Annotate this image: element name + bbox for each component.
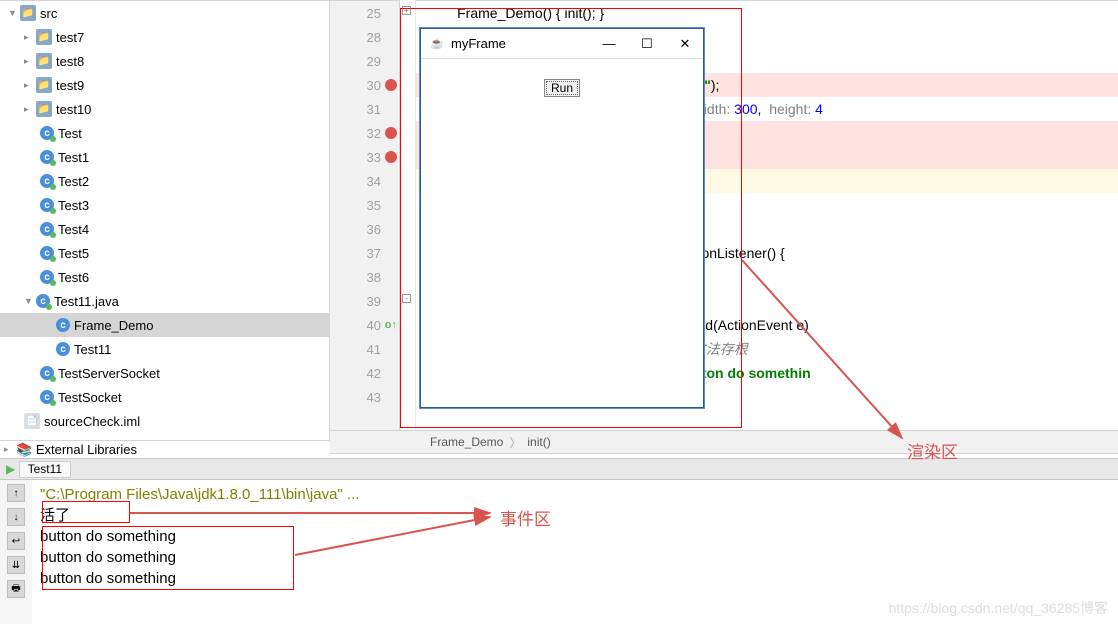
watermark: https://blog.csdn.net/qq_36285博客 xyxy=(889,598,1108,618)
close-button[interactable]: ✕ xyxy=(675,36,695,52)
tree-folder[interactable]: ▸📁test8 xyxy=(0,49,329,73)
breakpoint-icon[interactable] xyxy=(385,127,397,139)
tree-label: TestServerSocket xyxy=(58,366,160,381)
tree-class[interactable]: cTest4 xyxy=(0,217,329,241)
editor-gutter[interactable]: 25 28 29 30 31 32 33 34 35 36 37 38 39 4… xyxy=(330,0,400,430)
fold-toggle-icon[interactable]: + xyxy=(402,6,411,15)
tree-label: test10 xyxy=(56,102,91,117)
console-line: 活了 xyxy=(40,507,70,524)
tree-label: Test11 xyxy=(74,342,111,357)
down-icon[interactable]: ↓ xyxy=(7,508,25,526)
up-icon[interactable]: ↑ xyxy=(7,484,25,502)
code-text: Frame_Demo() { init(); } xyxy=(457,5,604,21)
tree-folder[interactable]: ▸📁test10 xyxy=(0,97,329,121)
line-number: 34 xyxy=(367,174,381,189)
line-number: 29 xyxy=(367,54,381,69)
line-number: 30 xyxy=(367,78,381,93)
tree-label: Test5 xyxy=(58,246,89,261)
scroll-icon[interactable]: ⇊ xyxy=(7,556,25,574)
tree-class[interactable]: cTest1 xyxy=(0,145,329,169)
breadcrumb-item[interactable]: Frame_Demo xyxy=(430,435,503,449)
tree-class[interactable]: cTest2 xyxy=(0,169,329,193)
tree-label: test8 xyxy=(56,54,84,69)
tree-label: test9 xyxy=(56,78,84,93)
tree-folder[interactable]: ▸📁test7 xyxy=(0,25,329,49)
line-number: 31 xyxy=(367,102,381,117)
tree-label: External Libraries xyxy=(36,442,137,457)
line-number: 35 xyxy=(367,198,381,213)
run-button[interactable]: Run xyxy=(544,79,580,97)
tree-iml[interactable]: 📄sourceCheck.iml xyxy=(0,409,329,433)
java-frame-window[interactable]: ☕ myFrame — ☐ ✕ Run xyxy=(420,28,704,408)
tree-label: test7 xyxy=(56,30,84,45)
fold-toggle-icon[interactable]: - xyxy=(402,294,411,303)
tree-label: TestSocket xyxy=(58,390,122,405)
tree-label: Test1 xyxy=(58,150,89,165)
tree-label: Test11.java xyxy=(54,294,119,309)
line-number: 43 xyxy=(367,390,381,405)
tree-label: Test6 xyxy=(58,270,89,285)
tree-inner-class[interactable]: cTest11 xyxy=(0,337,329,361)
console-line: button do something xyxy=(40,570,176,587)
breadcrumb-item[interactable]: init() xyxy=(527,435,550,449)
tree-label: Test xyxy=(58,126,82,141)
breakpoint-icon[interactable] xyxy=(385,151,397,163)
fold-column: + - xyxy=(402,0,416,430)
tree-class[interactable]: cTestServerSocket xyxy=(0,361,329,385)
tree-class[interactable]: cTest5 xyxy=(0,241,329,265)
tree-src[interactable]: ▼📁src xyxy=(0,1,329,25)
line-number: 32 xyxy=(367,126,381,141)
line-number: 41 xyxy=(367,342,381,357)
tree-label: Test2 xyxy=(58,174,89,189)
tree-class[interactable]: cTest3 xyxy=(0,193,329,217)
run-icon: ▶ xyxy=(6,462,15,476)
console-line: "C:\Program Files\Java\jdk1.8.0_111\bin\… xyxy=(40,486,359,503)
window-content: Run xyxy=(421,59,703,97)
line-number: 25 xyxy=(367,6,381,21)
tree-class[interactable]: cTest6 xyxy=(0,265,329,289)
line-number: 40 xyxy=(367,318,381,333)
console-toolbar: ↑ ↓ ↩ ⇊ 🖶 xyxy=(0,480,32,624)
line-number: 33 xyxy=(367,150,381,165)
tree-java-file[interactable]: ▼cTest11.java xyxy=(0,289,329,313)
maximize-button[interactable]: ☐ xyxy=(637,36,657,52)
line-number: 37 xyxy=(367,246,381,261)
run-config-name[interactable]: Test11 xyxy=(19,461,71,478)
override-icon[interactable]: o↑ xyxy=(385,319,397,331)
console-line: button do something xyxy=(40,549,176,566)
tree-label: src xyxy=(40,6,57,21)
tree-label: Test3 xyxy=(58,198,89,213)
annotation-label: 事件区 xyxy=(500,505,551,530)
tree-inner-class[interactable]: cFrame_Demo xyxy=(0,313,329,337)
line-number: 38 xyxy=(367,270,381,285)
annotation-label: 渲染区 xyxy=(907,438,958,463)
line-number: 42 xyxy=(367,366,381,381)
line-number: 36 xyxy=(367,222,381,237)
tree-class[interactable]: cTestSocket xyxy=(0,385,329,409)
print-icon[interactable]: 🖶 xyxy=(7,580,25,598)
breakpoint-icon[interactable] xyxy=(385,79,397,91)
tree-label: Test4 xyxy=(58,222,89,237)
wrap-icon[interactable]: ↩ xyxy=(7,532,25,550)
minimize-button[interactable]: — xyxy=(599,36,619,52)
window-title: myFrame xyxy=(451,36,599,51)
project-tree: ▼📁src ▸📁test7 ▸📁test8 ▸📁test9 ▸📁test10 c… xyxy=(0,0,330,442)
breadcrumb[interactable]: Frame_Demo 〉 init() xyxy=(330,430,1118,454)
external-libraries[interactable]: ▸📚 External Libraries xyxy=(0,440,330,458)
tree-label: sourceCheck.iml xyxy=(44,414,140,429)
line-number: 28 xyxy=(367,30,381,45)
java-icon: ☕ xyxy=(429,36,445,52)
tree-class[interactable]: cTest xyxy=(0,121,329,145)
chevron-right-icon: 〉 xyxy=(509,434,521,451)
tree-label: Frame_Demo xyxy=(74,318,153,333)
title-bar[interactable]: ☕ myFrame — ☐ ✕ xyxy=(421,29,703,59)
line-number: 39 xyxy=(367,294,381,309)
tree-folder[interactable]: ▸📁test9 xyxy=(0,73,329,97)
console-line: button do something xyxy=(40,528,176,545)
